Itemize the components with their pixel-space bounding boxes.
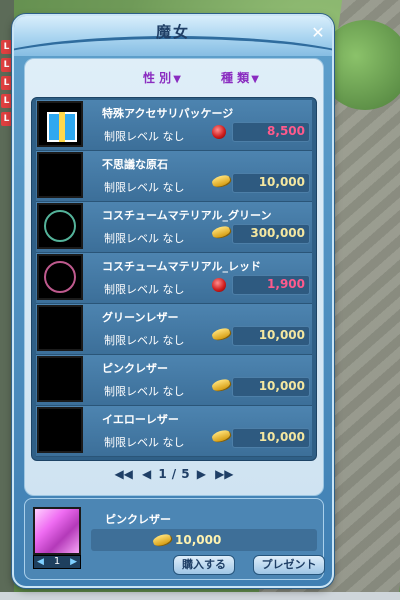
price-box: 10,000 bbox=[232, 377, 310, 397]
page-separator: / bbox=[171, 467, 177, 481]
list-item[interactable]: 不思議な原石 制限レベル なし 10,000 bbox=[36, 151, 312, 202]
side-button[interactable]: L bbox=[1, 94, 12, 108]
type-filter-label: 種 類 bbox=[221, 71, 250, 85]
item-price: 10,000 bbox=[258, 175, 305, 189]
current-page: 1 bbox=[158, 467, 167, 481]
price-box: 300,000 bbox=[232, 224, 310, 244]
raw-stone-icon bbox=[37, 152, 83, 198]
first-page-icon[interactable]: ◀◀ bbox=[114, 467, 132, 481]
list-item[interactable]: 特殊アクセサリパッケージ 制限レベル なし 8,500 bbox=[36, 100, 312, 151]
item-price: 10,000 bbox=[258, 430, 305, 444]
item-name: グリーンレザー bbox=[102, 311, 179, 324]
price-box: 10,000 bbox=[232, 326, 310, 346]
coin-icon bbox=[151, 532, 173, 548]
side-button[interactable]: L bbox=[1, 58, 12, 72]
next-page-icon[interactable]: ▶ bbox=[197, 467, 206, 481]
magic-circle-red-icon bbox=[37, 254, 83, 300]
gem-icon bbox=[212, 278, 228, 292]
buy-button[interactable]: 購入する bbox=[173, 555, 235, 575]
item-price: 1,900 bbox=[267, 277, 305, 291]
type-filter[interactable]: 種 類 ▼ bbox=[221, 69, 259, 86]
pink-leather-icon bbox=[37, 356, 83, 402]
decrease-icon[interactable]: ◀ bbox=[37, 556, 44, 568]
window-title: 魔女 bbox=[155, 23, 190, 41]
selected-item-price: 10,000 bbox=[175, 533, 222, 547]
pagination: ◀◀ ◀ 1 / 5 ▶ ▶▶ bbox=[25, 463, 323, 483]
item-level: 制限レベル なし bbox=[104, 436, 185, 449]
side-button[interactable]: L bbox=[1, 112, 12, 126]
price-box: 8,500 bbox=[232, 122, 310, 142]
triangle-down-icon: ▼ bbox=[173, 74, 181, 85]
price-box: 10,000 bbox=[232, 428, 310, 448]
magic-circle-green-icon bbox=[37, 203, 83, 249]
total-pages: 5 bbox=[181, 467, 190, 481]
title-bar: 魔女 ✕ bbox=[14, 16, 332, 56]
item-level: 制限レベル なし bbox=[104, 283, 185, 296]
quantity-stepper[interactable]: ◀ 1 ▶ bbox=[33, 555, 81, 569]
shop-window: 魔女 ✕ 性 別 ▼ 種 類 ▼ 特殊アクセサリパッケージ 制限レベル なし 8,5… bbox=[12, 14, 334, 588]
coin-icon bbox=[210, 224, 232, 241]
item-price: 10,000 bbox=[258, 379, 305, 393]
list-item[interactable]: ピンクレザー 制限レベル なし 10,000 bbox=[36, 355, 312, 406]
coin-icon bbox=[210, 326, 232, 343]
gender-filter[interactable]: 性 別 ▼ bbox=[143, 69, 181, 86]
item-name: 不思議な原石 bbox=[102, 158, 168, 171]
list-item[interactable]: イエローレザー 制限レベル なし 10,000 bbox=[36, 406, 312, 457]
list-item[interactable]: コスチュームマテリアル_レッド 制限レベル なし 1,900 bbox=[36, 253, 312, 304]
item-level: 制限レベル なし bbox=[104, 130, 185, 143]
list-item[interactable]: コスチュームマテリアル_グリーン 制限レベル なし 300,000 bbox=[36, 202, 312, 253]
item-price: 8,500 bbox=[267, 124, 305, 138]
filter-bar: 性 別 ▼ 種 類 ▼ bbox=[25, 69, 323, 87]
present-button[interactable]: プレゼント bbox=[253, 555, 325, 575]
item-name: コスチュームマテリアル_グリーン bbox=[102, 209, 272, 222]
coin-icon bbox=[210, 173, 232, 190]
gender-filter-label: 性 別 bbox=[143, 71, 172, 85]
green-leather-icon bbox=[37, 305, 83, 351]
item-level: 制限レベル なし bbox=[104, 385, 185, 398]
item-name: 特殊アクセサリパッケージ bbox=[102, 107, 234, 120]
item-level: 制限レベル なし bbox=[104, 334, 185, 347]
price-box: 1,900 bbox=[232, 275, 310, 295]
item-price: 10,000 bbox=[258, 328, 305, 342]
accessory-package-icon bbox=[37, 101, 83, 147]
coin-icon bbox=[210, 377, 232, 394]
quantity-value: 1 bbox=[53, 556, 61, 567]
item-name: イエローレザー bbox=[102, 413, 179, 426]
item-panel: 性 別 ▼ 種 類 ▼ 特殊アクセサリパッケージ 制限レベル なし 8,500 不思… bbox=[24, 58, 324, 496]
triangle-down-icon: ▼ bbox=[251, 74, 259, 85]
side-button[interactable]: L bbox=[1, 76, 12, 90]
last-page-icon[interactable]: ▶▶ bbox=[215, 467, 233, 481]
item-level: 制限レベル なし bbox=[104, 181, 185, 194]
close-icon[interactable]: ✕ bbox=[310, 25, 326, 41]
item-name: コスチュームマテリアル_レッド bbox=[102, 260, 262, 273]
price-box: 10,000 bbox=[232, 173, 310, 193]
purchase-panel: ◀ 1 ▶ ピンクレザー 10,000 購入する プレゼント bbox=[24, 498, 325, 580]
selected-item-icon bbox=[33, 507, 81, 555]
selected-item-name: ピンクレザー bbox=[105, 513, 171, 526]
item-level: 制限レベル なし bbox=[104, 232, 185, 245]
item-list: 特殊アクセサリパッケージ 制限レベル なし 8,500 不思議な原石 制限レベル… bbox=[31, 97, 317, 461]
yellow-leather-icon bbox=[37, 407, 83, 453]
increase-icon[interactable]: ▶ bbox=[70, 556, 77, 568]
prev-page-icon[interactable]: ◀ bbox=[142, 467, 151, 481]
coin-icon bbox=[210, 428, 232, 445]
bottom-bar bbox=[0, 592, 400, 600]
item-price: 300,000 bbox=[250, 226, 305, 240]
list-item[interactable]: グリーンレザー 制限レベル なし 10,000 bbox=[36, 304, 312, 355]
item-name: ピンクレザー bbox=[102, 362, 168, 375]
side-button[interactable]: L bbox=[1, 40, 12, 54]
gem-icon bbox=[212, 125, 228, 139]
